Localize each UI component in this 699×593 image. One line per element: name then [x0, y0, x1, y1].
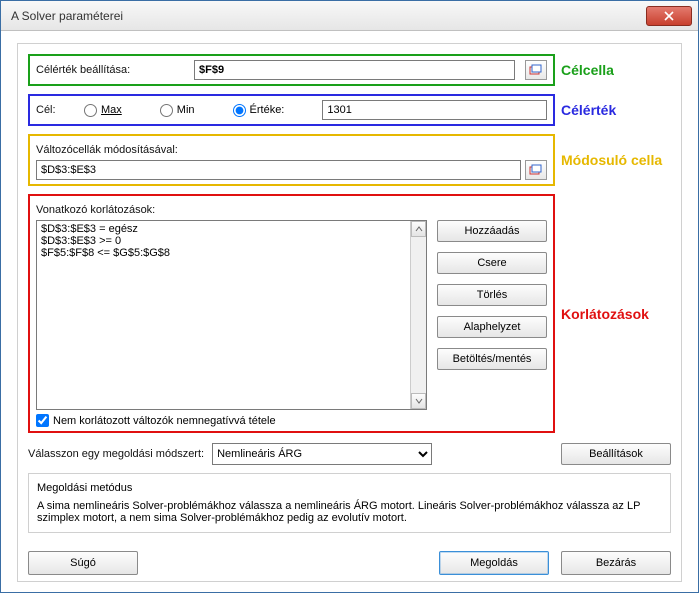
objective-label: Cél:	[36, 104, 76, 116]
method-label: Válasszon egy megoldási módszert:	[28, 448, 204, 460]
constraints-annotation: Korlátozások	[561, 306, 671, 322]
constraints-button-column: Hozzáadás Csere Törlés Alaphelyzet Betöl…	[437, 220, 547, 410]
target-annotation: Célcella	[561, 62, 671, 78]
changing-row: Változócellák módosításával: Módosuló ce…	[28, 134, 671, 186]
method-row: Válasszon egy megoldási módszert: Nemlin…	[28, 443, 671, 465]
close-button[interactable]	[646, 6, 692, 26]
description-title: Megoldási metódus	[37, 482, 662, 494]
objective-row: Cél: Max Min Értéke: Célérték	[28, 94, 671, 126]
constraints-listbox[interactable]: $D$3:$E$3 = egész $D$3:$E$3 >= 0 $F$5:$F…	[36, 220, 427, 410]
objective-box: Cél: Max Min Értéke:	[28, 94, 555, 126]
changing-annotation: Módosuló cella	[561, 152, 671, 168]
target-box: Célérték beállítása:	[28, 54, 555, 86]
scroll-down-button[interactable]	[411, 393, 426, 409]
solve-button[interactable]: Megoldás	[439, 551, 549, 575]
method-select[interactable]: Nemlineáris ÁRG	[212, 443, 432, 465]
titlebar: A Solver paraméterei	[1, 1, 698, 31]
constraint-item[interactable]: $F$5:$F$8 <= $G$5:$G$8	[41, 247, 422, 259]
load-save-button[interactable]: Betöltés/mentés	[437, 348, 547, 370]
radio-min[interactable]: Min	[160, 104, 195, 117]
close-icon	[664, 11, 674, 21]
reset-button[interactable]: Alaphelyzet	[437, 316, 547, 338]
constraints-box: Vonatkozó korlátozások: $D$3:$E$3 = egés…	[28, 194, 555, 433]
close-dialog-button[interactable]: Bezárás	[561, 551, 671, 575]
nonneg-checkbox-row[interactable]: Nem korlátozott változók nemnegatívvá té…	[36, 414, 547, 427]
solver-parameters-window: A Solver paraméterei Célérték beállítása…	[0, 0, 699, 593]
constraints-row: Vonatkozó korlátozások: $D$3:$E$3 = egés…	[28, 194, 671, 433]
description-body: A sima nemlineáris Solver-problémákhoz v…	[37, 500, 662, 524]
dialog-footer: Súgó Megoldás Bezárás	[28, 551, 671, 575]
constraint-item[interactable]: $D$3:$E$3 = egész	[41, 223, 422, 235]
objective-value-input[interactable]	[322, 100, 547, 120]
add-constraint-button[interactable]: Hozzáadás	[437, 220, 547, 242]
window-title: A Solver paraméterei	[11, 9, 646, 23]
options-button[interactable]: Beállítások	[561, 443, 671, 465]
changing-label: Változócellák módosításával:	[36, 144, 178, 156]
range-picker-button[interactable]	[525, 60, 547, 80]
target-cell-input[interactable]	[194, 60, 515, 80]
range-picker-icon	[529, 163, 543, 177]
changing-box: Változócellák módosításával:	[28, 134, 555, 186]
target-label: Célérték beállítása:	[36, 64, 186, 76]
delete-constraint-button[interactable]: Törlés	[437, 284, 547, 306]
radio-max[interactable]: Max	[84, 104, 122, 117]
objective-annotation: Célérték	[561, 102, 671, 118]
listbox-scrollbar[interactable]	[410, 221, 426, 409]
target-row: Célérték beállítása: Célcella	[28, 54, 671, 86]
nonneg-checkbox[interactable]	[36, 414, 49, 427]
changing-cells-input[interactable]	[36, 160, 521, 180]
radio-value-of[interactable]: Értéke:	[233, 104, 285, 117]
dialog-content: Célérték beállítása: Célcella Cél: Max M…	[17, 43, 682, 582]
range-picker-button-2[interactable]	[525, 160, 547, 180]
range-picker-icon	[529, 63, 543, 77]
help-button[interactable]: Súgó	[28, 551, 138, 575]
chevron-up-icon	[415, 225, 423, 233]
nonneg-label: Nem korlátozott változók nemnegatívvá té…	[53, 415, 276, 427]
constraints-label: Vonatkozó korlátozások:	[36, 204, 155, 216]
change-constraint-button[interactable]: Csere	[437, 252, 547, 274]
scroll-up-button[interactable]	[411, 221, 426, 237]
chevron-down-icon	[415, 397, 423, 405]
description-panel: Megoldási metódus A sima nemlineáris Sol…	[28, 473, 671, 533]
constraint-item[interactable]: $D$3:$E$3 >= 0	[41, 235, 422, 247]
